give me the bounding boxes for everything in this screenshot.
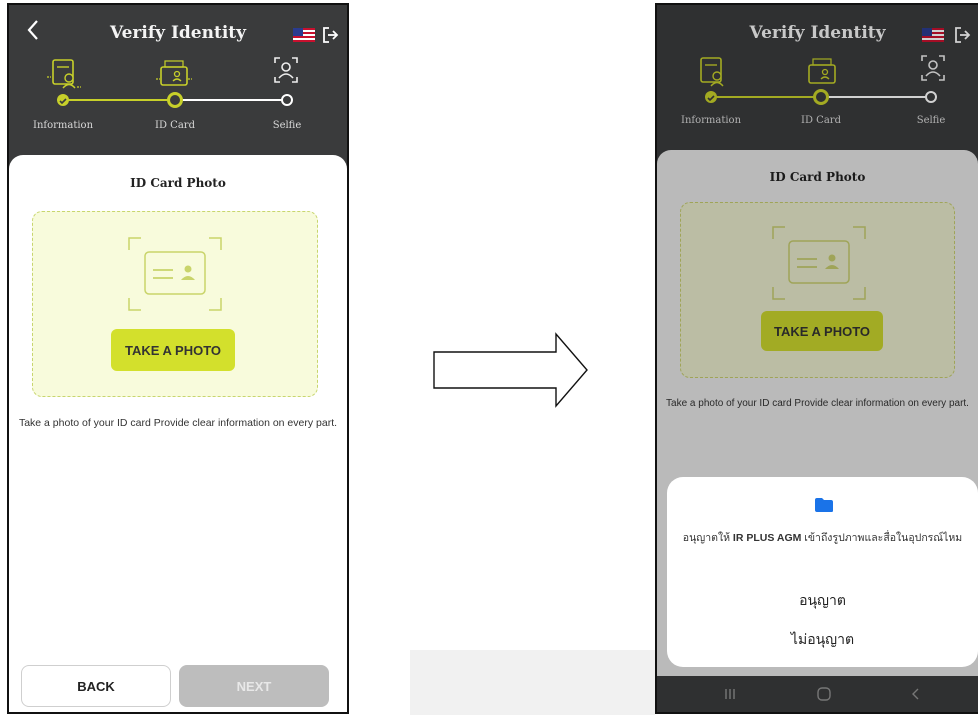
progress-track-completed (63, 99, 175, 101)
step-label-information: Information (32, 120, 94, 131)
deny-button[interactable]: ไม่อนุญาต (667, 629, 978, 651)
right-arrow-icon (433, 332, 588, 408)
recent-apps-icon[interactable] (721, 685, 739, 703)
allow-button[interactable]: อนุญาต (667, 590, 978, 612)
permission-message: อนุญาตให้ IR PLUS AGM เข้าถึงรูปภาพและสื… (673, 531, 972, 545)
nav-back-icon[interactable] (907, 685, 925, 703)
permission-app-name: IR PLUS AGM (732, 532, 802, 544)
next-button[interactable]: NEXT (179, 665, 329, 707)
id-card-icon (156, 60, 192, 86)
check-icon (59, 98, 67, 105)
permission-message-suffix: เข้าถึงรูปภาพและสื่อในอุปกรณ์ไหม (801, 532, 963, 544)
permission-message-prefix: อนุญาตให้ (682, 532, 733, 544)
background-strip (410, 650, 655, 715)
step-pending-indicator (281, 94, 293, 106)
id-card-frame-icon (128, 237, 222, 311)
logout-icon[interactable] (321, 26, 339, 44)
id-card-photo-panel: ID Card Photo TAKE A PHOTO Take a photo … (9, 155, 347, 712)
left-phone-screen: Verify Identity Information ID Card Self… (7, 3, 349, 714)
progress-track-pending (175, 99, 287, 101)
android-nav-bar (657, 676, 978, 712)
photo-drop-area[interactable]: TAKE A PHOTO (32, 211, 318, 397)
take-photo-button[interactable]: TAKE A PHOTO (111, 329, 235, 371)
step-done-check-icon (57, 94, 69, 106)
header: Verify Identity Information ID Card Self… (9, 5, 347, 155)
folder-icon (815, 498, 833, 512)
information-form-icon (47, 59, 81, 89)
step-label-selfie: Selfie (272, 120, 302, 131)
permission-dialog: อนุญาตให้ IR PLUS AGM เข้าถึงรูปภาพและสื… (667, 477, 978, 667)
us-flag-icon[interactable] (293, 28, 315, 42)
step-current-indicator (167, 92, 183, 108)
card-title: ID Card Photo (130, 176, 226, 190)
right-phone-screen: Verify Identity Information ID Card Self… (655, 3, 978, 714)
home-icon[interactable] (815, 685, 833, 703)
instruction-text: Take a photo of your ID card Provide cle… (18, 417, 338, 429)
step-label-id-card: ID Card (155, 120, 195, 131)
selfie-face-scan-icon (274, 57, 298, 83)
back-button[interactable]: BACK (21, 665, 171, 707)
